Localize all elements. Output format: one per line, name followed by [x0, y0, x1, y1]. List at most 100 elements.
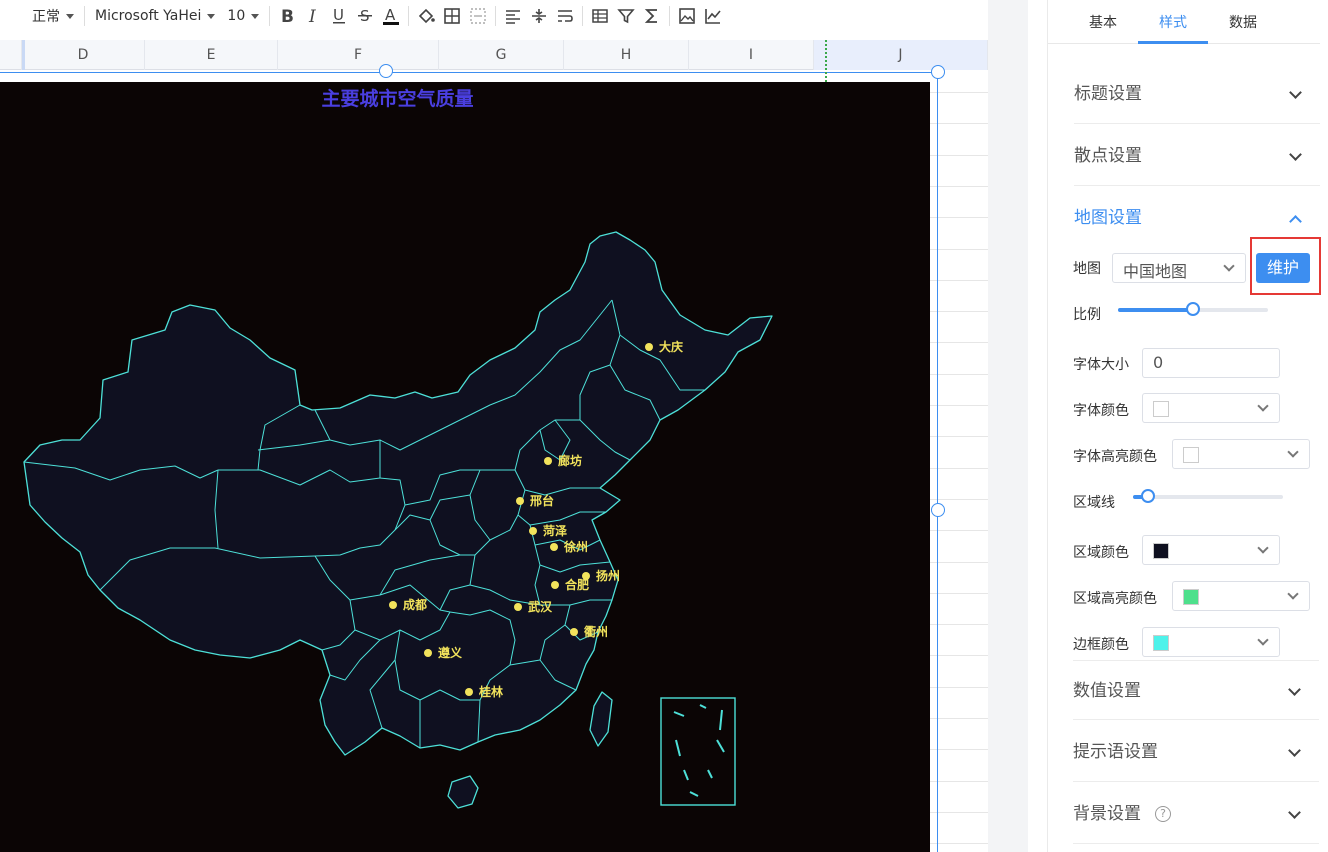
grid-row-line: [930, 249, 988, 250]
italic-icon[interactable]: I: [300, 0, 326, 32]
map-chart[interactable]: 大庆 廊坊 邢台 菏泽 徐州 合肥 扬州 成都 武汉 衢州 遵义 桂林: [0, 82, 930, 852]
city-point[interactable]: [544, 457, 552, 465]
style-dropdown[interactable]: 正常: [0, 0, 80, 32]
sum-icon[interactable]: [639, 0, 665, 32]
section-scatter-settings[interactable]: 散点设置: [1074, 126, 1320, 186]
strikethrough-icon[interactable]: S: [352, 0, 378, 32]
chevron-down-icon: [1287, 588, 1299, 600]
map-select[interactable]: 中国地图: [1112, 253, 1246, 283]
column-header-cell[interactable]: J: [814, 40, 988, 70]
grid-row-line: [930, 405, 988, 406]
color-swatch: [1183, 589, 1199, 605]
font-color-picker[interactable]: [1142, 393, 1280, 423]
help-icon[interactable]: ?: [1155, 806, 1171, 822]
area-line-label: 区域线: [1073, 495, 1115, 511]
city-point[interactable]: [424, 649, 432, 657]
grid-row-line: [930, 155, 988, 156]
city-point[interactable]: [465, 688, 473, 696]
chart-title: 主要城市空气质量: [321, 88, 474, 110]
city-label: 衢州: [584, 624, 608, 639]
table-icon[interactable]: [587, 0, 613, 32]
tab-style[interactable]: 样式: [1138, 0, 1208, 44]
slider-knob[interactable]: [1186, 302, 1200, 316]
section-value-settings[interactable]: 数值设置: [1073, 660, 1319, 720]
chevron-down-icon: [207, 13, 216, 19]
map-label: 地图: [1073, 261, 1101, 277]
city-point[interactable]: [582, 572, 590, 580]
city-point[interactable]: [550, 543, 558, 551]
city-point[interactable]: [516, 497, 524, 505]
area-color-label: 区域颜色: [1073, 545, 1129, 561]
divider: [582, 6, 584, 26]
image-icon[interactable]: [674, 0, 700, 32]
grid-row-line: [930, 280, 988, 281]
ratio-slider[interactable]: [1118, 302, 1268, 316]
area-line-slider[interactable]: [1133, 489, 1283, 503]
underline-icon[interactable]: U: [326, 0, 352, 32]
grid-row-line: [930, 781, 988, 782]
column-header-cell[interactable]: D: [22, 40, 145, 70]
slider-knob[interactable]: [1141, 489, 1155, 503]
column-header-cell[interactable]: H: [564, 40, 689, 70]
grid-row-line: [930, 374, 988, 375]
city-point[interactable]: [514, 603, 522, 611]
city-label: 大庆: [659, 339, 683, 354]
tab-data[interactable]: 数据: [1208, 0, 1278, 44]
section-label: 散点设置: [1074, 146, 1142, 166]
font-size-value: 10: [227, 8, 246, 24]
section-tooltip-settings[interactable]: 提示语设置: [1073, 722, 1319, 782]
border-icon[interactable]: [439, 0, 465, 32]
area-color-picker[interactable]: [1142, 535, 1280, 565]
column-header-cell[interactable]: [0, 40, 22, 70]
font-size-dropdown[interactable]: 10: [221, 0, 265, 32]
grid-row-line: [930, 92, 988, 93]
grid-row-line: [930, 499, 988, 500]
city-point[interactable]: [389, 601, 397, 609]
chevron-down-icon: [1223, 260, 1235, 272]
filter-icon[interactable]: [613, 0, 639, 32]
chevron-down-icon: [1287, 446, 1299, 458]
section-label: 数值设置: [1073, 681, 1141, 701]
divider: [269, 6, 271, 26]
area-highlight-color-picker[interactable]: [1172, 581, 1310, 611]
chevron-up-icon: [1289, 215, 1302, 228]
column-header-cell[interactable]: G: [439, 40, 564, 70]
font-dropdown[interactable]: Microsoft YaHei: [89, 0, 221, 32]
chart-icon[interactable]: [700, 0, 726, 32]
section-title-settings[interactable]: 标题设置: [1074, 64, 1320, 124]
column-resize-marker: [22, 40, 25, 70]
vertical-align-icon[interactable]: [526, 0, 552, 32]
bold-icon[interactable]: B: [274, 0, 300, 32]
color-swatch: [1153, 401, 1169, 417]
section-background-settings[interactable]: 背景设置?: [1073, 784, 1319, 844]
font-color-icon[interactable]: A: [378, 0, 404, 32]
column-header-cell[interactable]: E: [145, 40, 278, 70]
ratio-label: 比例: [1073, 307, 1101, 323]
font-size-input[interactable]: 0: [1142, 348, 1280, 378]
align-left-icon[interactable]: [500, 0, 526, 32]
grid-row-line: [930, 123, 988, 124]
city-label: 扬州: [596, 568, 620, 583]
grid-row-line: [930, 655, 988, 656]
city-point[interactable]: [570, 628, 578, 636]
wrap-text-icon[interactable]: [552, 0, 578, 32]
font-highlight-color-picker[interactable]: [1172, 439, 1310, 469]
city-point[interactable]: [551, 581, 559, 589]
grid-row-line: [930, 311, 988, 312]
font-highlight-color-label: 字体高亮颜色: [1073, 449, 1157, 465]
font-value: Microsoft YaHei: [95, 8, 202, 24]
city-point[interactable]: [529, 527, 537, 535]
city-label: 成都: [403, 597, 427, 612]
column-header-cell[interactable]: I: [689, 40, 814, 70]
svg-text:I: I: [308, 7, 316, 25]
border-color-picker[interactable]: [1142, 627, 1280, 657]
slider-fill: [1118, 308, 1193, 312]
merge-cells-icon[interactable]: [465, 0, 491, 32]
resize-handle-top[interactable]: [379, 64, 393, 78]
city-point[interactable]: [645, 343, 653, 351]
column-header-cell[interactable]: F: [278, 40, 439, 70]
resize-handle-right[interactable]: [931, 503, 945, 517]
tab-basic[interactable]: 基本: [1068, 0, 1138, 44]
resize-handle-corner[interactable]: [931, 65, 945, 79]
fill-color-icon[interactable]: [413, 0, 439, 32]
